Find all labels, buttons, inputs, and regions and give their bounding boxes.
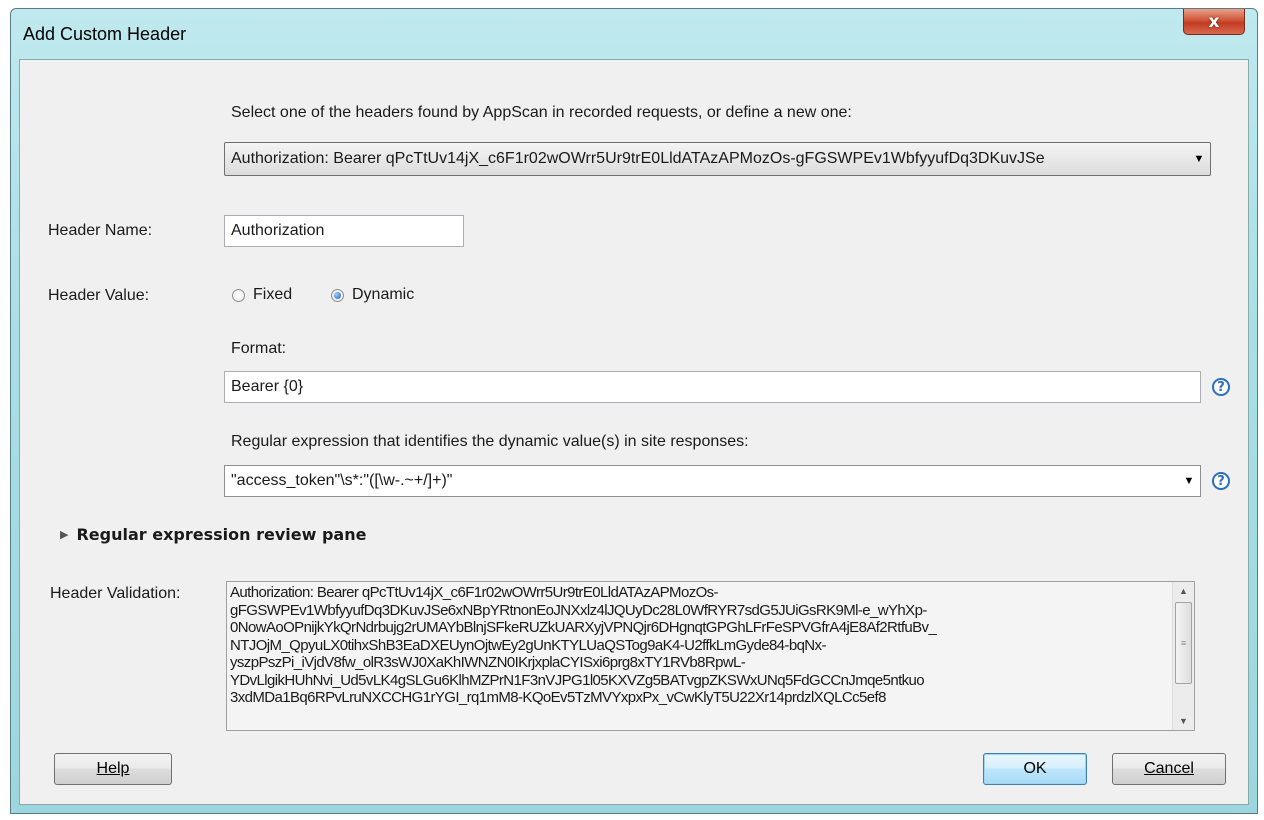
- header-validation-box[interactable]: Authorization: Bearer qPcTtUv14jX_c6F1r0…: [226, 581, 1195, 731]
- radio-dynamic[interactable]: Dynamic: [331, 286, 414, 304]
- regex-dropdown[interactable]: "access_token"\s*:"([\w-.~+/]+)" ▼: [224, 465, 1201, 497]
- format-label: Format:: [231, 340, 287, 357]
- header-validation-label: Header Validation:: [50, 585, 181, 602]
- close-icon: x: [1208, 11, 1220, 32]
- radio-button-checked[interactable]: [331, 288, 344, 302]
- help-button[interactable]: Help: [54, 753, 172, 785]
- dialog-title: Add Custom Header: [23, 24, 187, 44]
- dialog-window: Add Custom Header x Select one of the he…: [10, 8, 1258, 814]
- close-button[interactable]: x: [1183, 9, 1245, 35]
- validation-line: 3xdMDa1Bq6RPvLruNXCCHG1rYGI_rq1mM8-KQoEv…: [230, 689, 886, 706]
- validation-line: gFGSWPEv1WbfyyufDq3DKuvJSe6xNBpYRtnonEoJ…: [230, 601, 927, 619]
- chevron-down-icon[interactable]: ▼: [1188, 153, 1210, 165]
- question-mark-icon[interactable]: ?: [1212, 378, 1230, 396]
- format-field[interactable]: Bearer {0}: [224, 371, 1201, 403]
- validation-text: Authorization: Bearer qPcTtUv14jX_c6F1r0…: [230, 584, 1170, 707]
- scrollbar-thumb[interactable]: ≡: [1175, 602, 1192, 684]
- header-name-label: Header Name:: [48, 222, 153, 239]
- title-bar[interactable]: Add Custom Header x: [11, 9, 1257, 59]
- triangle-right-icon: ▶: [60, 528, 69, 541]
- header-select-value: Authorization: Bearer qPcTtUv14jX_c6F1r0…: [231, 150, 1045, 167]
- header-value-label: Header Value:: [48, 287, 150, 304]
- grip-icon: ≡: [1180, 638, 1187, 648]
- scroll-up-icon[interactable]: ▲: [1173, 582, 1194, 600]
- radio-dynamic-label: Dynamic: [352, 286, 415, 303]
- intro-text: Select one of the headers found by AppSc…: [231, 104, 852, 121]
- validation-line: Authorization: Bearer qPcTtUv14jX_c6F1r0…: [230, 584, 719, 601]
- radio-button-unchecked[interactable]: [232, 288, 245, 302]
- vertical-scrollbar[interactable]: ▲ ≡ ▼: [1172, 582, 1194, 730]
- question-mark-icon[interactable]: ?: [1212, 472, 1230, 490]
- regex-review-pane-expander[interactable]: ▶ Regular expression review pane: [60, 525, 366, 544]
- validation-line: YDvLlgikHUhNvi_Ud5vLK4gSLGu6KlhMZPrN1F3n…: [230, 671, 925, 689]
- regex-label: Regular expression that identifies the d…: [231, 433, 749, 450]
- radio-fixed-label: Fixed: [253, 286, 293, 303]
- validation-line: yszpPszPi_iVjdV8fw_olR3sWJ0XaKhIWNZN0IKr…: [230, 654, 746, 671]
- radio-fixed[interactable]: Fixed: [232, 286, 292, 304]
- validation-line: NTJOjM_QpyuLX0tihxShB3EaDXEUynOjtwEy2gUn…: [230, 636, 826, 654]
- validation-line: 0NowAoOPnijkYkQrNdrbujg2rUMAYbBlnjSFkeRU…: [230, 619, 937, 636]
- cancel-button[interactable]: Cancel: [1112, 753, 1226, 785]
- header-select-dropdown[interactable]: Authorization: Bearer qPcTtUv14jX_c6F1r0…: [224, 142, 1211, 176]
- scroll-down-icon[interactable]: ▼: [1173, 712, 1194, 730]
- regex-value[interactable]: "access_token"\s*:"([\w-.~+/]+)": [231, 472, 1178, 490]
- cancel-button-label: Cancel: [1144, 760, 1194, 777]
- ok-button[interactable]: OK: [983, 753, 1087, 785]
- help-button-label: Help: [96, 760, 130, 777]
- header-name-field[interactable]: Authorization: [224, 215, 464, 247]
- chevron-down-icon[interactable]: ▼: [1178, 475, 1200, 487]
- ok-button-label: OK: [1023, 760, 1047, 777]
- dialog-body: Select one of the headers found by AppSc…: [19, 59, 1249, 805]
- regex-review-pane-label: Regular expression review pane: [76, 525, 367, 544]
- radio-dot-icon: [334, 291, 341, 299]
